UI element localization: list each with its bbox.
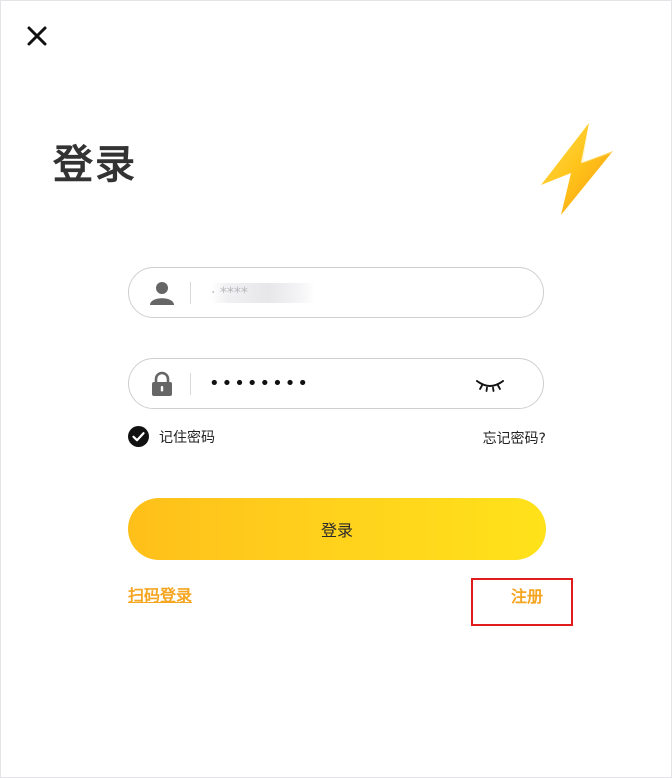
login-button[interactable]: 登录 — [128, 498, 546, 560]
page-title: 登录 — [53, 142, 137, 188]
close-button[interactable] — [23, 22, 51, 50]
remember-password-label: 记住密码 — [159, 429, 215, 446]
check-circle-icon — [128, 426, 149, 447]
eye-closed-icon[interactable] — [474, 373, 506, 395]
register-link[interactable]: 注册 — [511, 583, 543, 607]
lightning-bolt-icon — [541, 123, 613, 215]
password-field[interactable]: •••••••• — [128, 358, 544, 409]
lock-icon — [152, 371, 172, 396]
username-field[interactable]: · **** — [128, 267, 544, 318]
options-row: 记住密码 忘记密码? — [128, 426, 546, 448]
login-dialog: 登录 · **** •••••••• 记住密码 忘记密码? 登录 扫码登录 注册 — [0, 0, 672, 778]
qr-login-link[interactable]: 扫码登录 — [128, 582, 192, 606]
close-icon — [27, 26, 47, 46]
username-value[interactable]: · **** — [211, 283, 315, 303]
field-divider — [190, 373, 191, 395]
remember-password-checkbox[interactable]: 记住密码 — [128, 426, 215, 447]
forgot-password-link[interactable]: 忘记密码? — [483, 428, 546, 448]
password-value[interactable]: •••••••• — [209, 372, 310, 396]
field-divider — [190, 282, 191, 304]
user-icon — [150, 282, 174, 305]
